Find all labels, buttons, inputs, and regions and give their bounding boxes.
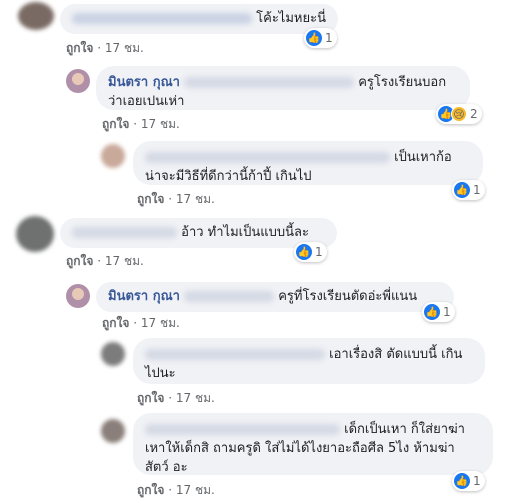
comment-text: ครูโรงเรียนบอก [358, 75, 447, 90]
like-reaction-icon: 👍 [454, 473, 470, 489]
tagged-name-blurred[interactable] [184, 77, 355, 88]
author-name-blurred[interactable] [145, 152, 390, 163]
timestamp[interactable]: 17 ชม. [141, 117, 180, 131]
avatar[interactable] [66, 284, 90, 308]
like-reaction-icon: 👍 [454, 182, 470, 198]
reaction-summary[interactable]: 👍 1 [422, 302, 455, 322]
timestamp[interactable]: 17 ชม. [176, 483, 215, 497]
reaction-count: 1 [473, 474, 481, 488]
like-link[interactable]: ถูกใจ [102, 316, 129, 330]
reaction-summary[interactable]: 👍 1 [452, 180, 485, 200]
comment-bubble: เป็นเหาก้อ น่าจะมีวิธีที่ดีกว่านี้ก้าปี้… [133, 141, 483, 185]
author-name[interactable]: มินตรา กุณา [108, 289, 180, 304]
sad-reaction-icon: 😢 [451, 106, 467, 122]
comment-text-line: ว่าเอยเปนเห่า [108, 94, 185, 109]
timestamp[interactable]: 17 ชม. [105, 41, 144, 55]
reaction-summary[interactable]: 👍 1 [452, 471, 485, 491]
like-reaction-icon: 👍 [296, 244, 312, 260]
comment-actions: ถูกใจ · 17 ชม. [102, 316, 180, 330]
author-name-blurred[interactable] [72, 227, 177, 238]
comment-text-line: เหาให้เด็กสิ ถามครูดิ ใส่ไม่ได้ไงยาอะถือ… [145, 441, 455, 456]
comment-text-line: สัตว์ อะ [145, 460, 188, 475]
comment-bubble: เอาเรื่องสิ ตัดแบบนี้ เกิน ไปนะ [133, 338, 485, 384]
author-name-blurred[interactable] [72, 13, 252, 24]
reaction-count: 1 [473, 183, 481, 197]
comment-text: โค้ะไมหยะนี่ [256, 11, 326, 26]
comment-bubble: มินตรา กุณา ครูโรงเรียนบอก ว่าเอยเปนเห่า [96, 66, 470, 110]
timestamp[interactable]: 17 ชม. [141, 316, 180, 330]
reaction-count: 2 [470, 107, 478, 121]
like-link[interactable]: ถูกใจ [137, 483, 164, 497]
reaction-summary[interactable]: 👍 1 [304, 28, 337, 48]
reaction-count: 1 [315, 245, 323, 259]
reaction-count: 1 [325, 31, 333, 45]
timestamp[interactable]: 17 ชม. [176, 192, 215, 206]
reaction-count: 1 [443, 305, 451, 319]
reaction-summary[interactable]: 👍 1 [294, 242, 327, 262]
author-name-blurred[interactable] [145, 424, 340, 435]
comment-bubble: อ้าว ทำไมเป็นแบบนี้ละ [60, 218, 337, 248]
timestamp[interactable]: 17 ชม. [105, 254, 144, 268]
like-reaction-icon: 👍 [306, 30, 322, 46]
comment-text-line: น่าจะมีวิธีที่ดีกว่านี้ก้าปี้ เกินไป [145, 169, 312, 184]
avatar[interactable] [18, 2, 54, 30]
reaction-summary[interactable]: 👍 😢 2 [436, 104, 482, 124]
comment-actions: ถูกใจ · 17 ชม. [66, 254, 144, 268]
like-link[interactable]: ถูกใจ [137, 391, 164, 405]
avatar[interactable] [101, 419, 125, 443]
author-name-blurred[interactable] [145, 349, 325, 360]
tagged-name-blurred[interactable] [184, 291, 275, 302]
comment-actions: ถูกใจ · 17 ชม. [66, 41, 144, 55]
comment-text: เด็กเป็นเหา ก็ใส่ยาฆ่า [344, 422, 465, 437]
like-link[interactable]: ถูกใจ [102, 117, 129, 131]
timestamp[interactable]: 17 ชม. [176, 391, 215, 405]
author-name[interactable]: มินตรา กุณา [108, 75, 180, 90]
comment-actions: ถูกใจ · 17 ชม. [137, 391, 215, 405]
avatar[interactable] [16, 216, 54, 252]
avatar[interactable] [101, 144, 125, 168]
comment-text-line: ไปนะ [145, 366, 176, 381]
comment-bubble: มินตรา กุณา ครูที่โรงเรียนตัดอ่ะพี่แนน [96, 282, 454, 312]
avatar[interactable] [66, 69, 90, 93]
like-link[interactable]: ถูกใจ [66, 41, 93, 55]
comment-actions: ถูกใจ · 17 ชม. [137, 192, 215, 206]
comment-bubble: โค้ะไมหยะนี่ [60, 4, 338, 34]
avatar[interactable] [101, 342, 125, 366]
comment-bubble: เด็กเป็นเหา ก็ใส่ยาฆ่า เหาให้เด็กสิ ถามค… [133, 413, 493, 475]
comment-text: เป็นเหาก้อ [394, 150, 452, 165]
comment-actions: ถูกใจ · 17 ชม. [137, 483, 215, 497]
comment-text: อ้าว ทำไมเป็นแบบนี้ละ [181, 225, 309, 240]
comment-actions: ถูกใจ · 17 ชม. [102, 117, 180, 131]
comment-text: เอาเรื่องสิ ตัดแบบนี้ เกิน [329, 347, 463, 362]
like-link[interactable]: ถูกใจ [137, 192, 164, 206]
comment-text: ครูที่โรงเรียนตัดอ่ะพี่แนน [278, 289, 418, 304]
like-link[interactable]: ถูกใจ [66, 254, 93, 268]
like-reaction-icon: 👍 [424, 304, 440, 320]
